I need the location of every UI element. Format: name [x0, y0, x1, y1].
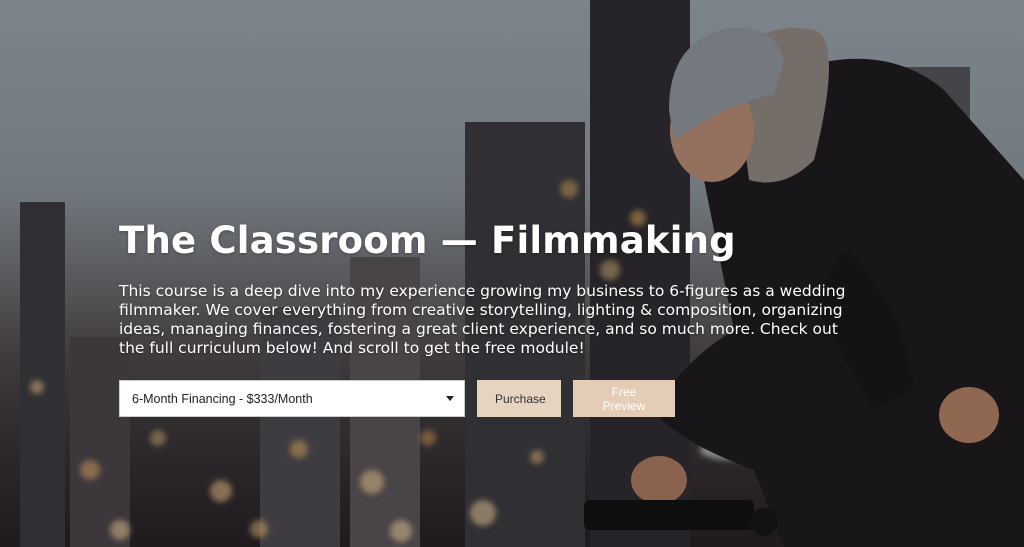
caret-down-icon: [446, 396, 454, 401]
course-title: The Classroom — Filmmaking: [119, 219, 736, 262]
pricing-option-value: 6-Month Financing - $333/Month: [132, 391, 313, 406]
free-preview-button[interactable]: Free Preview: [573, 380, 675, 417]
purchase-actions: 6-Month Financing - $333/Month Purchase …: [119, 380, 675, 417]
purchase-button[interactable]: Purchase: [477, 380, 561, 417]
pricing-option-select[interactable]: 6-Month Financing - $333/Month: [119, 380, 465, 417]
hero-content: The Classroom — Filmmaking This course i…: [119, 218, 859, 358]
course-description: This course is a deep dive into my exper…: [119, 282, 846, 357]
